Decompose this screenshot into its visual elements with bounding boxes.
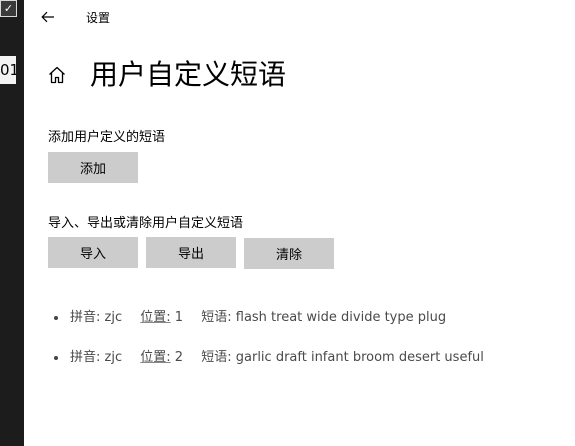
pinyin-label: 拼音: <box>70 350 101 365</box>
back-arrow-icon <box>41 8 55 27</box>
background-checkbox[interactable]: ✓ <box>0 0 17 17</box>
list-item: 拼音: zjc 位置: 2 短语: garlic draft infant br… <box>48 348 568 368</box>
bullet-icon <box>54 316 58 320</box>
export-button[interactable]: 导出 <box>146 237 236 268</box>
pinyin-label: 拼音: <box>70 310 101 325</box>
window-title: 设置 <box>86 11 111 25</box>
page-header: 用户自定义短语 <box>46 56 286 94</box>
list-item: 拼音: zjc 位置: 1 短语: flash treat wide divid… <box>48 308 568 328</box>
back-button[interactable] <box>34 4 62 30</box>
home-icon[interactable] <box>46 64 68 86</box>
settings-window: 设置 用户自定义短语 添加用户定义的短语 添加 导入、导出或清除用户自定义短语 … <box>24 0 575 446</box>
background-field[interactable]: 01 <box>0 56 16 84</box>
bullet-icon <box>54 356 58 360</box>
add-button[interactable]: 添加 <box>48 152 138 183</box>
position-label: 位置: <box>140 310 171 325</box>
phrase-value: flash treat wide divide type plug <box>235 310 447 325</box>
phrase-entry: 拼音: zjc 位置: 2 短语: garlic draft infant br… <box>70 348 484 368</box>
page-title: 用户自定义短语 <box>90 58 287 91</box>
manage-section-label: 导入、导出或清除用户自定义短语 <box>48 216 244 231</box>
phrase-value: garlic draft infant broom desert useful <box>235 350 484 365</box>
phrase-entry: 拼音: zjc 位置: 1 短语: flash treat wide divid… <box>70 308 446 328</box>
add-section-label: 添加用户定义的短语 <box>48 130 166 145</box>
clear-button[interactable]: 清除 <box>244 238 334 269</box>
background-window: ✓ 01 <box>0 0 24 446</box>
screen: ✓ 01 设置 用户自定义短语 添加用户定义的短语 添加 导入、导出或清除用户自… <box>0 0 575 446</box>
titlebar: 设置 <box>24 0 575 34</box>
phrase-label: 短语: <box>201 350 232 365</box>
pinyin-value: zjc <box>104 350 123 365</box>
phrase-label: 短语: <box>201 310 232 325</box>
position-value: 1 <box>174 310 184 325</box>
import-button[interactable]: 导入 <box>48 237 138 268</box>
position-label: 位置: <box>140 350 171 365</box>
pinyin-value: zjc <box>104 310 123 325</box>
phrase-list: 拼音: zjc 位置: 1 短语: flash treat wide divid… <box>48 308 568 388</box>
position-value: 2 <box>174 350 184 365</box>
